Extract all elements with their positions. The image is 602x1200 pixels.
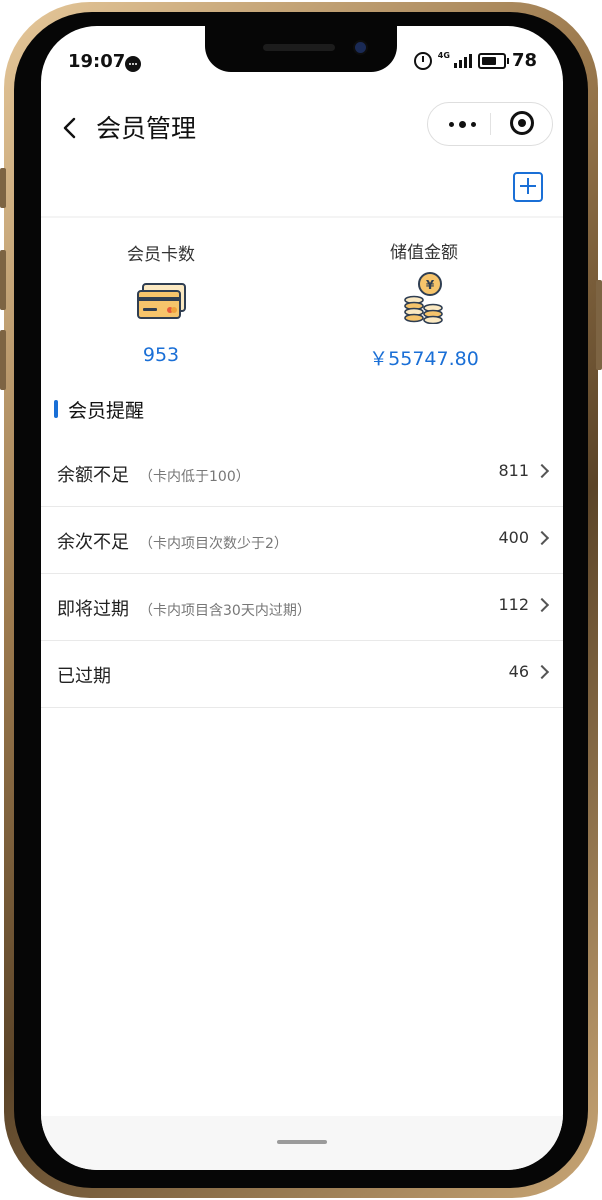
stat-stored-value[interactable]: 储值金额 ￥55747.80: [334, 238, 514, 370]
stat-balance-label: 储值金额: [390, 243, 458, 263]
reminder-list: 余额不足 （卡内低于100） 811 余次不足 （卡内项目次数少于2） 400 即将…: [41, 440, 563, 708]
alarm-icon: [413, 51, 432, 70]
close-target-icon[interactable]: [510, 111, 534, 135]
chevron-right-icon: [534, 664, 550, 680]
list-item-title: 即将过期 （卡内项目含30天内过期）: [57, 595, 311, 621]
list-item-low-times[interactable]: 余次不足 （卡内项目次数少于2） 400: [41, 507, 563, 574]
list-item-count: 112: [498, 595, 529, 614]
home-indicator[interactable]: [277, 1140, 327, 1144]
message-icon: [125, 56, 141, 72]
more-icon[interactable]: [444, 113, 480, 135]
list-item-expired[interactable]: 已过期 46: [41, 641, 563, 708]
reminder-title: 会员提醒: [68, 399, 145, 422]
list-item-title: 余次不足 （卡内项目次数少于2）: [57, 528, 288, 554]
list-item-count: 400: [498, 528, 529, 547]
stat-member-cards[interactable]: 会员卡数 953: [71, 240, 251, 366]
side-button: [596, 280, 602, 370]
list-item-expiring-soon[interactable]: 即将过期 （卡内项目含30天内过期） 112: [41, 574, 563, 641]
chevron-right-icon: [534, 463, 550, 479]
stat-cards-value: 953: [142, 344, 180, 366]
status-time: 19:07: [68, 51, 126, 72]
chevron-right-icon: [534, 597, 550, 613]
list-item-subtitle: （卡内低于100）: [139, 469, 250, 485]
section-divider: [41, 216, 563, 218]
list-item-low-balance[interactable]: 余额不足 （卡内低于100） 811: [41, 440, 563, 507]
back-icon[interactable]: [59, 116, 83, 140]
screen: 19:07 4G 78 会员管理 会员卡数 953 储值金额 ￥55747.80…: [41, 26, 563, 1170]
speaker-grille: [263, 44, 335, 51]
coin-stack-icon: ¥: [404, 272, 443, 324]
svg-text:¥: ¥: [426, 278, 435, 292]
chevron-right-icon: [534, 530, 550, 546]
network-label: 4G: [437, 51, 450, 60]
list-item-count: 811: [498, 461, 529, 480]
page-title: 会员管理: [96, 114, 197, 143]
list-item-subtitle: （卡内项目含30天内过期）: [139, 603, 311, 619]
list-item-title: 余额不足 （卡内低于100）: [57, 461, 250, 487]
list-item-subtitle: （卡内项目次数少于2）: [139, 536, 288, 552]
status-icons: 4G 78: [413, 50, 537, 71]
list-item-count: 46: [508, 662, 529, 681]
side-button: [0, 250, 6, 310]
front-camera: [355, 42, 366, 53]
battery-icon: [477, 52, 509, 69]
reminder-header: 会员提醒: [54, 396, 144, 422]
list-item-label: 即将过期: [57, 599, 129, 620]
signal-icon: [453, 53, 472, 68]
capsule-divider: [490, 113, 491, 135]
list-item-title: 已过期: [57, 662, 121, 688]
side-button: [0, 168, 6, 208]
mini-program-capsule: [427, 102, 553, 146]
nav-bar: 会员管理: [41, 102, 563, 162]
list-item-label: 余额不足: [57, 465, 129, 486]
list-item-label: 余次不足: [57, 532, 129, 553]
camera-notch: [205, 26, 397, 72]
list-item-label: 已过期: [57, 666, 111, 687]
section-accent-bar: [54, 400, 58, 418]
stat-balance-value: ￥55747.80: [369, 348, 479, 370]
battery-level: 78: [511, 50, 537, 71]
add-icon[interactable]: [513, 172, 543, 202]
stat-cards-label: 会员卡数: [127, 245, 195, 265]
card-icon: [137, 283, 186, 319]
side-button: [0, 330, 6, 390]
bottom-safe-area: [41, 1116, 563, 1170]
